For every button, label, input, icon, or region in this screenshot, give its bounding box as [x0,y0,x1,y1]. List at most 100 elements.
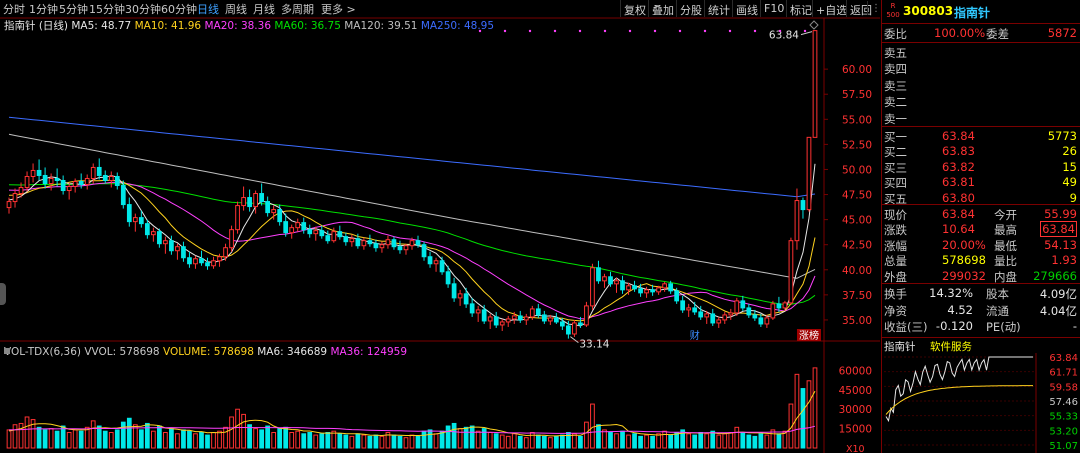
bid-price: 63.83 [942,144,975,159]
weibi-label: 委比 [884,27,907,41]
weibi-row: 委比 100.00% 委差 5872 [882,25,1080,42]
toolbar-action-3[interactable]: 统计 [704,0,733,17]
fundamental-row: 净资 4.52 流通 4.04亿 [882,302,1080,319]
candle-body [674,290,680,302]
period-tab-9[interactable]: 多周期 [281,1,314,17]
volume-bar [96,425,102,449]
menu-icon[interactable]: ⋮ [867,1,881,15]
period-tab-0[interactable]: 分时 [3,1,25,17]
price-tick-label: 50.00 [842,164,872,176]
volume-bar [596,424,601,449]
ma-legend-name: 指南针 (日线) [4,19,71,32]
volume-bar [355,433,361,449]
volume-bar [54,430,60,449]
limit-badge[interactable]: 涨榜 [799,329,819,342]
period-tab-3[interactable]: 15分钟 [89,1,125,17]
volume-bar [205,434,210,449]
period-tab-7[interactable]: 周线 [225,1,247,17]
period-tab-10[interactable]: 更多 > [321,1,356,17]
volume-bar [24,416,30,449]
period-tab-6[interactable]: 日线 [197,1,219,17]
toolbar-action-7[interactable]: +自选 [812,0,850,17]
ask-row-5[interactable]: 卖五 [882,44,1080,61]
ask-row-4[interactable]: 卖四 [882,60,1080,77]
candle-body [812,30,818,138]
mini-chart-sector[interactable]: 软件服务 [930,339,972,354]
intraday-mini-chart[interactable]: 63.84 61.71 59.58 57.46 55.33 53.20 51.07 [882,353,1080,453]
candle-body [806,136,812,211]
volume-bar [319,433,325,449]
candle-body [776,303,782,309]
volume-bar [36,426,42,449]
ma-legend: 指南针 (日线) MA5: 48.77 MA10: 41.96 MA20: 38… [4,19,494,32]
mini-tick-label: 63.84 [1049,353,1078,364]
candle-body [794,200,800,242]
event-dot [528,29,532,33]
toolbar-action-0[interactable]: 复权 [620,0,649,17]
volume-bar [722,433,728,449]
candle-body [283,221,289,234]
volume-bar [560,434,565,449]
period-tab-8[interactable]: 月线 [253,1,275,17]
ask-row-2[interactable]: 卖二 [882,93,1080,110]
volume-bar [403,437,409,449]
candle-body [12,193,18,203]
fund-value: 4.52 [947,302,973,317]
finance-badge[interactable]: 财 [690,329,700,342]
kline-chart[interactable]: 指南针 (日线) MA5: 48.77 MA10: 41.96 MA20: 38… [0,18,880,453]
volume-bar [776,433,782,449]
candle-body [409,240,415,247]
period-tab-1[interactable]: 1分钟 [29,1,58,17]
candle-body [175,246,180,252]
volume-bar [175,433,180,449]
candle-body [427,256,433,265]
volume-bar [499,434,505,449]
volume-bar [157,425,162,449]
volume-bar [295,430,301,449]
ask-row-3[interactable]: 卖三 [882,77,1080,94]
period-tab-2[interactable]: 5分钟 [59,1,88,17]
candle-body [523,316,529,321]
candle-body [319,230,325,237]
candle-body [493,316,499,326]
period-tab-5[interactable]: 60分钟 [161,1,197,17]
toolbar-action-4[interactable]: 画线 [732,0,761,17]
volume-bar [150,430,156,449]
candle-body [451,283,457,299]
candle-body [698,311,704,318]
volume-bar [608,431,613,449]
candle-body [644,289,649,294]
toolbar-action-5[interactable]: F10 [760,0,787,17]
toolbar-action-1[interactable]: 叠加 [648,0,677,17]
candle-body [391,239,397,248]
ask-row-1[interactable]: 卖一 [882,110,1080,127]
candle-body [620,280,625,291]
period-tab-4[interactable]: 30分钟 [125,1,161,17]
volume-bar [343,434,349,449]
candle-body [415,240,421,246]
stat-value: 55.99 [1044,207,1077,221]
bid-price: 63.82 [942,159,975,174]
candle-body [199,258,204,264]
divider [882,204,1080,205]
volume-bar [632,433,637,449]
volume-bar [644,434,649,449]
volume-bar [692,434,698,449]
volume-bar [265,425,271,449]
volume-bar [181,429,186,449]
low-marker-line [570,336,579,343]
candle-body [271,209,277,214]
candle-body [602,276,607,282]
volume-tick-label: 60000 [839,365,872,377]
candle-body [782,302,788,309]
volume-bar [331,430,337,449]
toolbar-action-6[interactable]: 标记 [786,0,815,17]
mini-tick-label: 51.07 [1049,441,1078,452]
left-scroll-handle[interactable] [0,283,6,305]
volume-bar [668,434,674,449]
candle-body [265,201,271,214]
weicha-value: 5872 [1047,26,1077,40]
candle-body [788,240,794,304]
toolbar-action-2[interactable]: 分股 [676,0,705,17]
candle-body [373,243,379,249]
